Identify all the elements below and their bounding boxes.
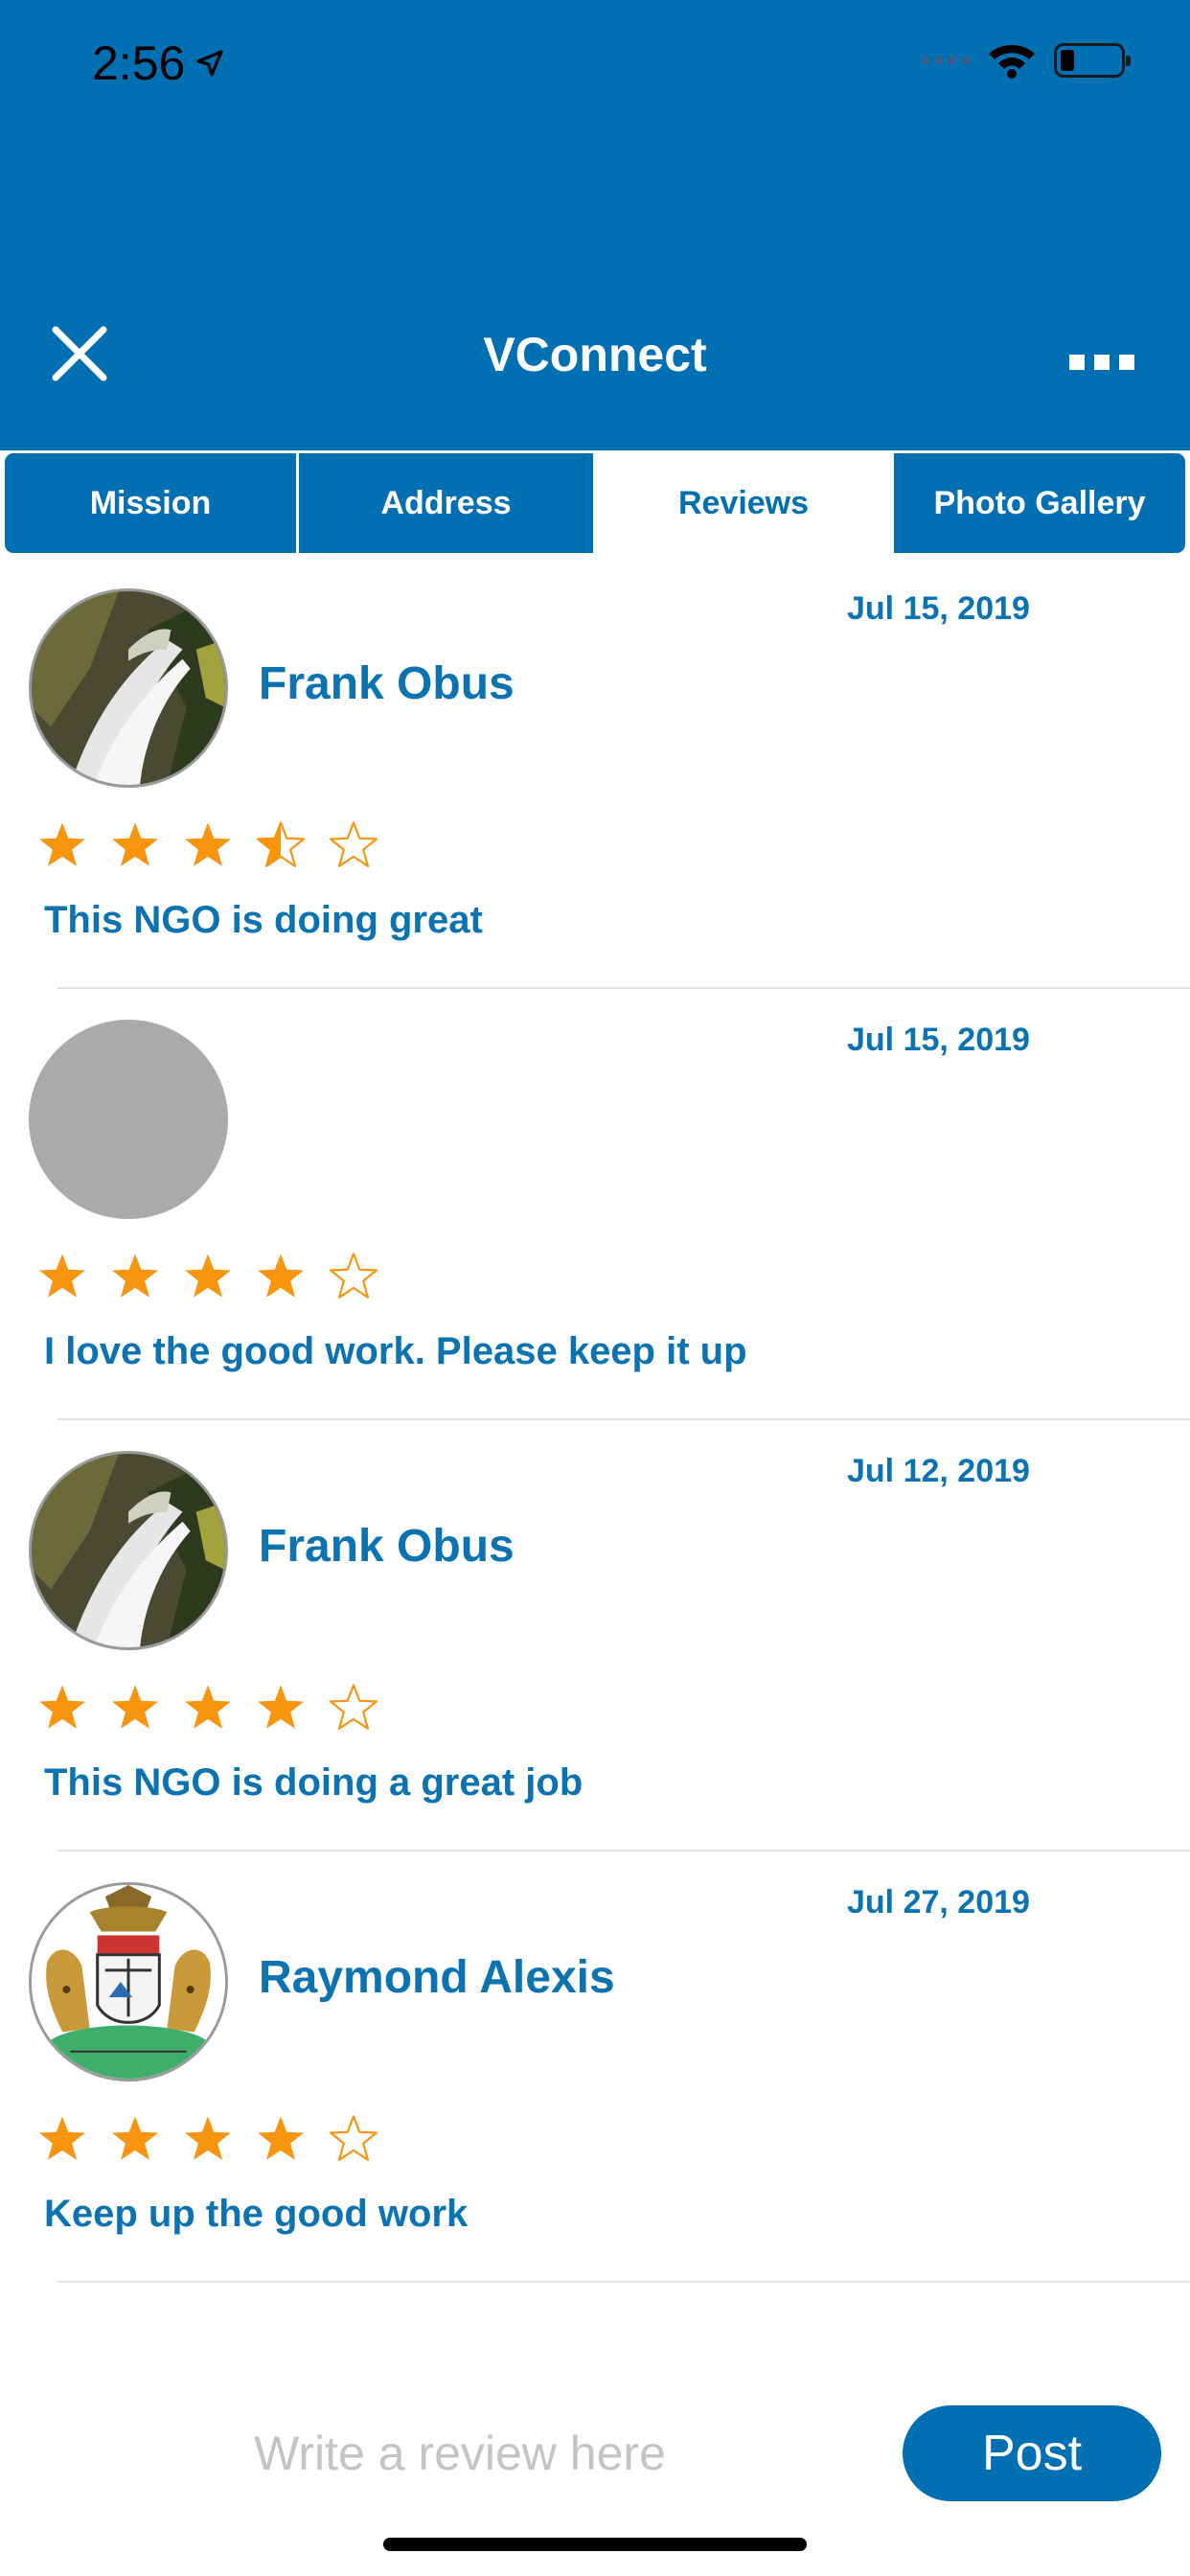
review-text: I love the good work. Please keep it up bbox=[44, 1330, 747, 1372]
star-filled-icon bbox=[185, 2116, 231, 2160]
star-empty-icon bbox=[329, 1684, 378, 1730]
star-filled-icon bbox=[39, 1685, 85, 1729]
star-empty-icon bbox=[329, 821, 378, 867]
star-filled-icon bbox=[39, 1254, 85, 1298]
avatar-placeholder bbox=[29, 1020, 228, 1219]
review-list[interactable]: Frank Obus Jul 15, 2019 This NGO is doin… bbox=[0, 558, 1190, 2283]
tab-mission[interactable]: Mission bbox=[5, 453, 299, 553]
avatar bbox=[29, 588, 228, 788]
review-date: Jul 15, 2019 bbox=[847, 590, 1030, 627]
star-empty-icon bbox=[329, 2115, 378, 2161]
star-filled-icon bbox=[185, 1254, 231, 1298]
review-date: Jul 27, 2019 bbox=[847, 1884, 1030, 1920]
avatar bbox=[29, 1882, 228, 2082]
star-rating bbox=[34, 2112, 381, 2168]
review-text: This NGO is doing great bbox=[44, 899, 483, 941]
star-rating bbox=[34, 1250, 381, 1305]
page-title: VConnect bbox=[483, 328, 707, 381]
star-filled-icon bbox=[258, 2116, 304, 2160]
star-filled-icon bbox=[185, 1685, 231, 1729]
reviewer-name: Frank Obus bbox=[259, 658, 515, 709]
star-filled-icon bbox=[112, 822, 158, 866]
star-filled-icon bbox=[39, 822, 85, 866]
home-indicator[interactable] bbox=[383, 2538, 807, 2551]
tab-address[interactable]: Address bbox=[299, 453, 596, 553]
waterfall-photo bbox=[32, 591, 225, 785]
review-item: Jul 15, 2019 I love the good work. Pleas… bbox=[0, 989, 1190, 1420]
review-date: Jul 15, 2019 bbox=[847, 1022, 1030, 1058]
review-item: Raymond Alexis Jul 27, 2019 Keep up the … bbox=[0, 1852, 1190, 2283]
review-date: Jul 12, 2019 bbox=[847, 1453, 1030, 1489]
waterfall-photo bbox=[32, 1454, 225, 1647]
tab-bar: Mission Address Reviews Photo Gallery bbox=[2, 450, 1188, 556]
star-filled-icon bbox=[39, 2116, 85, 2160]
more-horizontal-icon[interactable] bbox=[1069, 355, 1134, 370]
review-item: Frank Obus Jul 15, 2019 This NGO is doin… bbox=[0, 558, 1190, 989]
post-button[interactable]: Post bbox=[903, 2405, 1161, 2501]
location-arrow-icon bbox=[196, 50, 223, 77]
status-indicators bbox=[922, 42, 1131, 79]
review-text: This NGO is doing a great job bbox=[44, 1761, 584, 1804]
tab-photo-gallery[interactable]: Photo Gallery bbox=[894, 453, 1185, 553]
avatar bbox=[29, 1451, 228, 1650]
status-time-label: 2:56 bbox=[92, 36, 186, 90]
star-filled-icon bbox=[258, 1685, 304, 1729]
review-text: Keep up the good work bbox=[44, 2193, 469, 2235]
battery-icon bbox=[1054, 43, 1131, 78]
star-filled-icon bbox=[185, 822, 231, 866]
star-filled-icon bbox=[112, 2116, 158, 2160]
tab-reviews[interactable]: Reviews bbox=[596, 453, 894, 553]
review-composer: Post bbox=[0, 2396, 1190, 2511]
signal-icon bbox=[922, 57, 970, 64]
star-filled-icon bbox=[112, 1254, 158, 1298]
star-half-icon bbox=[256, 821, 306, 867]
review-input[interactable] bbox=[192, 2405, 728, 2501]
reviewer-name: Raymond Alexis bbox=[259, 1952, 615, 2003]
star-empty-icon bbox=[329, 1253, 378, 1299]
star-rating bbox=[34, 1681, 381, 1736]
app-header: 2:56 VConnect bbox=[0, 0, 1190, 450]
star-filled-icon bbox=[258, 1254, 304, 1298]
divider bbox=[57, 2281, 1190, 2283]
star-filled-icon bbox=[112, 1685, 158, 1729]
reviewer-name: Frank Obus bbox=[259, 1521, 515, 1572]
coat-of-arms-image bbox=[32, 1885, 225, 2079]
star-rating bbox=[34, 818, 381, 874]
status-time: 2:56 bbox=[92, 34, 225, 92]
wifi-icon bbox=[989, 45, 1035, 79]
review-item: Frank Obus Jul 12, 2019 This NGO is doin… bbox=[0, 1420, 1190, 1852]
